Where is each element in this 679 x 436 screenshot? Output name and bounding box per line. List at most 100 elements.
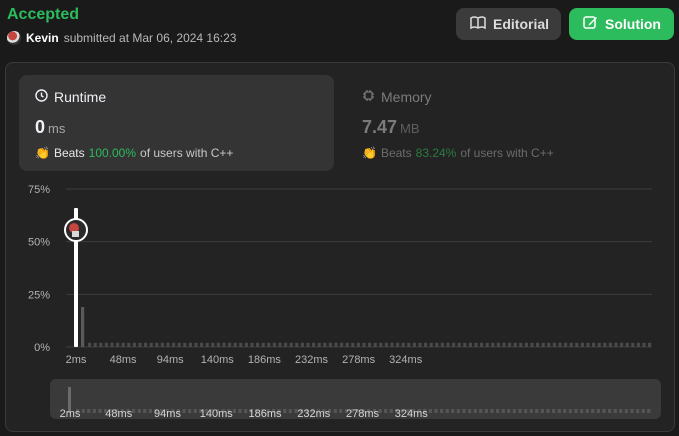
bar <box>138 342 142 347</box>
overview-bar <box>602 409 606 413</box>
bar <box>300 342 304 347</box>
overview-bar <box>546 409 550 413</box>
overview-bar <box>232 409 236 413</box>
runtime-distribution-chart[interactable]: 75% 50% 25% 0% 2ms 48ms 94ms 140ms 186ms 232ms 278… <box>0 0 679 436</box>
x-tick-label: 232ms <box>295 354 329 366</box>
bar <box>239 342 243 347</box>
overview-bar <box>501 409 505 413</box>
bar <box>620 342 624 347</box>
overview-x-tick-label: 186ms <box>248 408 282 420</box>
overview-bar <box>647 409 651 413</box>
bar <box>356 342 360 347</box>
bar <box>480 342 484 347</box>
overview-x-tick-label: 94ms <box>154 408 181 420</box>
bar <box>642 342 646 347</box>
overview-bar <box>630 409 634 413</box>
bar <box>608 342 612 347</box>
overview-bar <box>585 409 589 413</box>
bar <box>446 342 450 347</box>
overview-bar <box>563 409 567 413</box>
overview-bar <box>193 409 197 413</box>
overview-bar <box>613 409 617 413</box>
bar <box>155 342 159 347</box>
overview-bar <box>619 409 623 413</box>
overview-bar <box>244 409 248 413</box>
bar <box>188 342 192 347</box>
bar <box>648 342 652 347</box>
bar <box>491 342 495 347</box>
bar <box>631 342 635 347</box>
bar <box>502 342 506 347</box>
overview-bar <box>384 409 388 413</box>
overview-bar <box>540 409 544 413</box>
bar <box>586 342 590 347</box>
overview-bar <box>440 409 444 413</box>
bar <box>435 342 439 347</box>
bar <box>340 342 344 347</box>
bar <box>216 342 220 347</box>
bar <box>244 342 248 347</box>
overview-bar <box>445 409 449 413</box>
overview-bar <box>132 409 136 413</box>
bar <box>407 342 411 347</box>
overview-bar <box>591 409 595 413</box>
bar <box>127 342 131 347</box>
bar <box>306 342 310 347</box>
bar <box>267 342 271 347</box>
bar <box>194 342 198 347</box>
overview-bar <box>574 409 578 413</box>
bar <box>564 342 568 347</box>
bar <box>368 342 372 347</box>
overview-bar <box>557 409 561 413</box>
bar <box>463 342 467 347</box>
bar <box>418 342 422 347</box>
bar <box>177 342 181 347</box>
y-tick-label: 25% <box>28 289 50 301</box>
overview-bar <box>188 409 192 413</box>
bar <box>536 342 540 347</box>
bar <box>558 342 562 347</box>
bar <box>396 342 400 347</box>
overview-bar <box>81 409 85 413</box>
user-marker-avatar-body <box>72 231 79 237</box>
overview-bar <box>428 409 432 413</box>
bar <box>636 342 640 347</box>
bar <box>250 342 254 347</box>
bar <box>390 342 394 347</box>
bar <box>222 342 226 347</box>
bar <box>603 342 607 347</box>
overview-bar <box>288 409 292 413</box>
bar <box>284 342 288 347</box>
bar <box>513 342 517 347</box>
overview-bar <box>490 409 494 413</box>
bar <box>345 342 349 347</box>
overview-bar <box>87 409 91 413</box>
bar <box>272 342 276 347</box>
bar <box>317 342 321 347</box>
overview-bar <box>580 409 584 413</box>
bar <box>211 342 215 347</box>
bar <box>625 342 629 347</box>
bar <box>429 342 433 347</box>
bar <box>597 342 601 347</box>
bar <box>81 306 85 347</box>
bar <box>592 342 596 347</box>
x-tick-label: 48ms <box>110 354 137 366</box>
overview-bar <box>148 409 152 413</box>
bar <box>144 342 148 347</box>
overview-bar <box>462 409 466 413</box>
overview-bar <box>451 409 455 413</box>
overview-bar <box>182 409 186 413</box>
bar <box>334 342 338 347</box>
overview-bar <box>507 409 511 413</box>
overview-x-tick-label: 324ms <box>395 408 429 420</box>
bar <box>160 342 164 347</box>
bar <box>261 342 265 347</box>
x-tick-label: 94ms <box>157 354 184 366</box>
overview-bar <box>434 409 438 413</box>
bar <box>547 342 551 347</box>
overview-bar <box>518 409 522 413</box>
bar <box>440 342 444 347</box>
overview-x-tick-label: 2ms <box>60 408 81 420</box>
overview-bar <box>98 409 102 413</box>
